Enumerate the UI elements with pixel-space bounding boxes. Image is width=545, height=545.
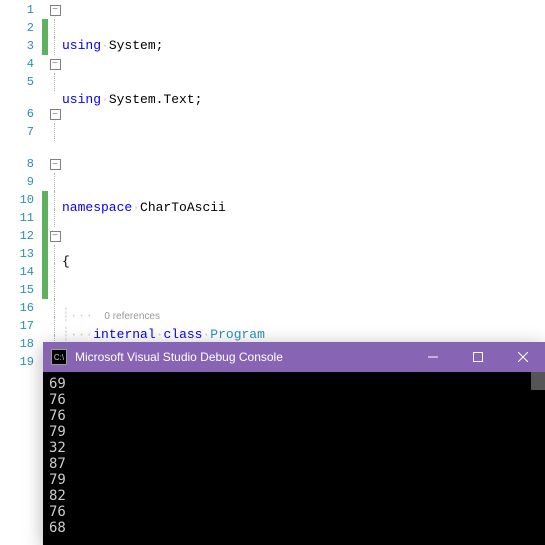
- console-line: 79: [49, 472, 539, 488]
- console-line: 79: [49, 424, 539, 440]
- line-number: 7: [0, 123, 34, 141]
- line-number: 17: [0, 317, 34, 335]
- console-line: 69: [49, 376, 539, 392]
- line-number: 16: [0, 299, 34, 317]
- line-number: 18: [0, 335, 34, 353]
- line-number: 13: [0, 245, 34, 263]
- close-button[interactable]: [500, 342, 545, 372]
- console-line: 87: [49, 456, 539, 472]
- console-line: 32: [49, 440, 539, 456]
- line-number: 3: [0, 37, 34, 55]
- line-number: 19: [0, 353, 34, 371]
- console-title: Microsoft Visual Studio Debug Console: [75, 350, 410, 364]
- line-number: 11: [0, 209, 34, 227]
- minimize-button[interactable]: [410, 342, 455, 372]
- line-number: 15: [0, 281, 34, 299]
- line-number: 5: [0, 73, 34, 91]
- fold-toggle[interactable]: [48, 227, 62, 245]
- line-number-gutter: 1 2 3 4 5 6 7 8 9 10 11 12 13 14 15 16 1…: [0, 0, 42, 342]
- outline-column[interactable]: [48, 0, 62, 342]
- console-titlebar[interactable]: C:\ Microsoft Visual Studio Debug Consol…: [43, 342, 545, 372]
- maximize-icon: [473, 352, 483, 362]
- console-icon: C:\: [51, 349, 67, 365]
- maximize-button[interactable]: [455, 342, 500, 372]
- line-number: 12: [0, 227, 34, 245]
- line-number: 4: [0, 55, 34, 73]
- line-number: 2: [0, 19, 34, 37]
- line-number: 6: [0, 91, 34, 123]
- line-number: 9: [0, 173, 34, 191]
- console-line: 76: [49, 392, 539, 408]
- line-number: 8: [0, 141, 34, 173]
- scrollbar-thumb[interactable]: [531, 372, 545, 390]
- line-number: 10: [0, 191, 34, 209]
- debug-console-window[interactable]: C:\ Microsoft Visual Studio Debug Consol…: [43, 342, 545, 545]
- console-line: 76: [49, 408, 539, 424]
- fold-toggle[interactable]: [48, 55, 62, 73]
- console-line: 76: [49, 504, 539, 520]
- fold-toggle[interactable]: [48, 141, 62, 173]
- fold-toggle[interactable]: [48, 1, 62, 19]
- console-line: 82: [49, 488, 539, 504]
- console-output[interactable]: 69 76 76 79 32 87 79 82 76 68: [43, 372, 545, 545]
- close-icon: [518, 352, 528, 362]
- minimize-icon: [428, 352, 438, 362]
- code-editor[interactable]: 1 2 3 4 5 6 7 8 9 10 11 12 13 14 15 16 1…: [0, 0, 545, 342]
- line-number: 14: [0, 263, 34, 281]
- console-line: 68: [49, 520, 539, 536]
- fold-toggle[interactable]: [48, 91, 62, 123]
- code-area[interactable]: using·System; using·System.Text; namespa…: [62, 0, 545, 342]
- line-number: 1: [0, 1, 34, 19]
